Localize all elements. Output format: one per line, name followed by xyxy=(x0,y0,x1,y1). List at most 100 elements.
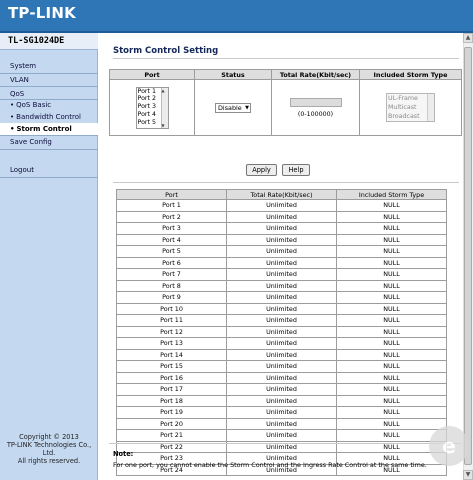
table-row: Port 7 Unlimited NULL xyxy=(116,268,447,281)
rate-cell: Unlimited xyxy=(226,233,337,246)
storm-type-cell: NULL xyxy=(336,383,447,396)
watermark-logo: e xyxy=(429,426,469,466)
table-row: Port 11 Unlimited NULL xyxy=(116,314,447,327)
column-header: Total Rate(Kbit/sec) xyxy=(226,189,337,200)
sidebar-item-vlan[interactable]: VLAN xyxy=(10,76,29,84)
storm-type-cell: NULL xyxy=(336,314,447,327)
port-cell: Port 4 xyxy=(116,233,227,246)
help-button[interactable]: Help xyxy=(282,164,310,176)
rate-cell: Unlimited xyxy=(226,245,337,258)
port-cell: Port 21 xyxy=(116,429,227,442)
rate-cell: Unlimited xyxy=(226,199,337,212)
port-cell: Port 7 xyxy=(116,268,227,281)
sidebar-divider xyxy=(0,99,98,100)
rate-cell: Unlimited xyxy=(226,337,337,350)
storm-type-list[interactable]: UL-Frame Multicast Broadcast xyxy=(386,93,435,122)
watermark-text: e xyxy=(442,434,456,458)
storm-status-table: Port Total Rate(Kbit/sec) Included Storm… xyxy=(116,189,447,476)
rate-cell: Unlimited xyxy=(226,279,337,292)
port-cell: Port 13 xyxy=(116,337,227,350)
port-cell: Port 19 xyxy=(116,406,227,419)
column-header: Included Storm Type xyxy=(359,69,462,80)
column-header: Port xyxy=(109,69,195,80)
page-title: Storm Control Setting xyxy=(113,46,219,56)
header-bar: TP-LINK xyxy=(0,0,473,33)
apply-button[interactable]: Apply xyxy=(246,164,277,176)
storm-list-scrollbar[interactable] xyxy=(427,94,434,121)
storm-type-cell: NULL xyxy=(336,394,447,407)
table-row: Port 9 Unlimited NULL xyxy=(116,291,447,304)
main-content: Storm Control Setting Port Status Total … xyxy=(99,33,473,480)
rate-cell: Unlimited xyxy=(226,291,337,304)
title-divider xyxy=(113,58,459,59)
port-select-list[interactable]: Port 1 Port 2 Port 3 Port 4 Port 5 xyxy=(135,86,169,129)
storm-type-cell: NULL xyxy=(336,302,447,315)
model-name: TL-SG1024DE xyxy=(8,36,65,46)
port-cell: Port 2 xyxy=(116,210,227,223)
rate-cell: Unlimited xyxy=(226,383,337,396)
rate-cell: (0-100000) xyxy=(271,79,360,136)
table-row: Port 18 Unlimited NULL xyxy=(116,394,447,407)
rate-cell: Unlimited xyxy=(226,314,337,327)
table-body: Port 1 Unlimited NULL Port 2 Unlimited NULL Po… xyxy=(116,199,447,476)
sidebar-item-save-config[interactable]: Save Config xyxy=(10,138,52,146)
storm-type-cell: NULL xyxy=(336,360,447,373)
table-row: Port 10 Unlimited NULL xyxy=(116,302,447,315)
rate-hint: (0-100000) xyxy=(297,110,334,118)
sidebar: TL-SG1024DE System VLAN QoS QoS Basic Ba… xyxy=(0,33,98,480)
column-header: Port xyxy=(116,189,227,200)
table-row: Port 13 Unlimited NULL xyxy=(116,337,447,350)
storm-type-cell: NULL xyxy=(336,417,447,430)
storm-config-table: Port Status Total Rate(Kbit/sec) Include… xyxy=(109,69,462,136)
rate-input[interactable] xyxy=(289,97,342,107)
port-cell: Port 5 xyxy=(116,245,227,258)
chevron-down-icon: ▼ xyxy=(245,104,249,111)
storm-type-cell: NULL xyxy=(336,348,447,361)
port-cell: Port 11 xyxy=(116,314,227,327)
port-cell: Port 9 xyxy=(116,291,227,304)
sidebar-item-storm-control[interactable]: Storm Control xyxy=(10,125,71,133)
storm-type-cell: NULL xyxy=(336,245,447,258)
scroll-up-icon[interactable]: ▲ xyxy=(463,33,473,43)
table-row: Port 2 Unlimited NULL xyxy=(116,210,447,223)
port-cell: Port 8 xyxy=(116,279,227,292)
table-row: Port 8 Unlimited NULL xyxy=(116,279,447,292)
sidebar-item-qos-basic[interactable]: QoS Basic xyxy=(10,101,51,109)
sidebar-item-qos[interactable]: QoS xyxy=(10,90,24,98)
port-cell: Port 3 xyxy=(116,222,227,235)
sidebar-item-logout[interactable]: Logout xyxy=(10,166,34,174)
page-scrollbar[interactable]: ▲ ▼ xyxy=(463,33,473,480)
tp-link-logo: TP-LINK xyxy=(8,4,76,22)
port-cell: Port 20 xyxy=(116,417,227,430)
rate-cell: Unlimited xyxy=(226,406,337,419)
sidebar-item-system[interactable]: System xyxy=(10,62,36,70)
sidebar-item-bandwidth-control[interactable]: Bandwidth Control xyxy=(10,113,81,121)
scroll-down-icon[interactable]: ▼ xyxy=(463,470,473,480)
table-row: Port 17 Unlimited NULL xyxy=(116,383,447,396)
sidebar-divider xyxy=(0,149,98,150)
port-cell: Port 1 xyxy=(116,199,227,212)
table-row: Port 15 Unlimited NULL xyxy=(116,360,447,373)
port-list-scrollbar[interactable] xyxy=(160,87,168,128)
storm-type-cell: NULL xyxy=(336,222,447,235)
rate-cell: Unlimited xyxy=(226,222,337,235)
storm-type-cell: NULL xyxy=(336,279,447,292)
port-cell: Port 14 xyxy=(116,348,227,361)
storm-type-cell: NULL xyxy=(336,199,447,212)
table-row: Port 20 Unlimited NULL xyxy=(116,417,447,430)
rate-cell: Unlimited xyxy=(226,302,337,315)
rate-cell: Unlimited xyxy=(226,371,337,384)
scroll-thumb[interactable] xyxy=(464,47,472,465)
port-cell: Port 17 xyxy=(116,383,227,396)
status-select[interactable]: Disable ▼ xyxy=(215,102,251,113)
port-cell: Port 12 xyxy=(116,325,227,338)
rate-cell: Unlimited xyxy=(226,429,337,442)
storm-type-cell: NULL xyxy=(336,291,447,304)
rate-cell: Unlimited xyxy=(226,325,337,338)
copyright-line: TP-LINK Technologies Co., Ltd. xyxy=(6,441,92,457)
note-text: For one port, you cannot enable the Stor… xyxy=(113,461,427,469)
storm-type-cell: NULL xyxy=(336,325,447,338)
storm-type-cell: NULL xyxy=(336,210,447,223)
table-row: Port 5 Unlimited NULL xyxy=(116,245,447,258)
table-row: Port 3 Unlimited NULL xyxy=(116,222,447,235)
